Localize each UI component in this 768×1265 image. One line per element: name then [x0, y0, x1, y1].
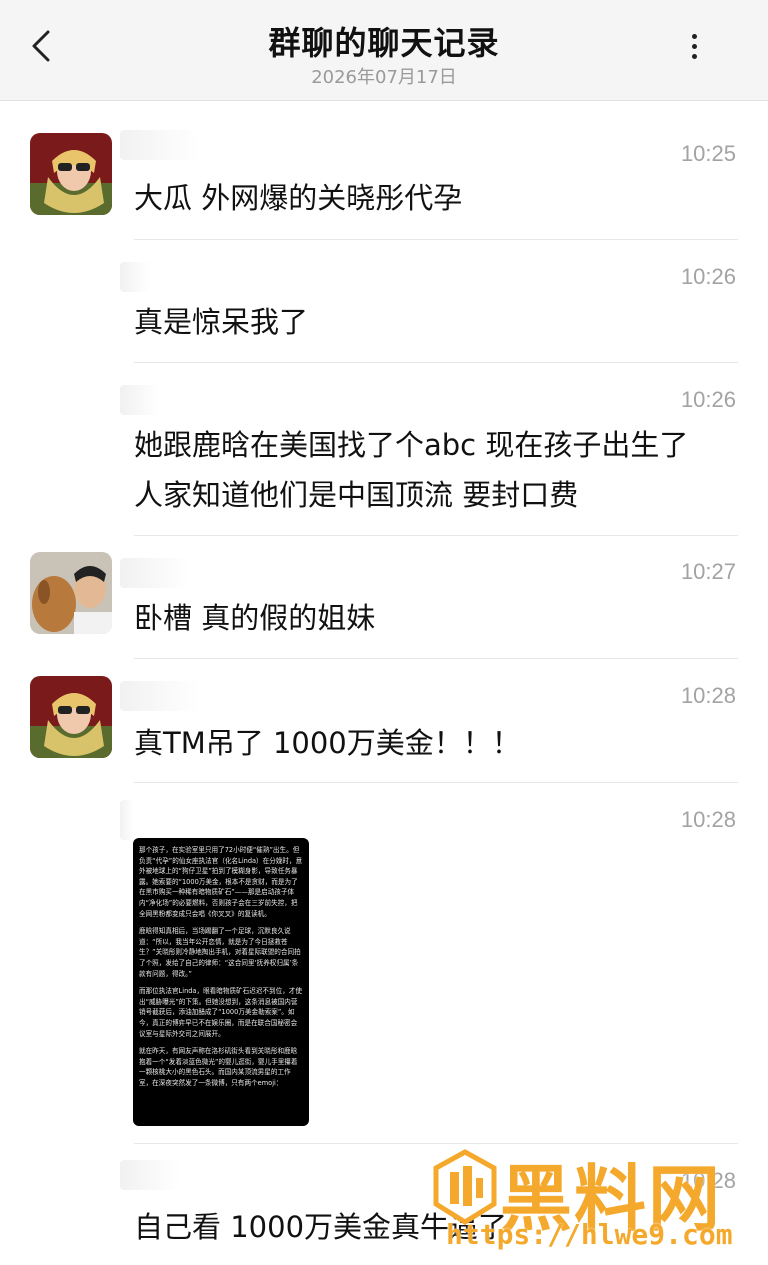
screenshot-image[interactable]: 那个孩子，在实验室里只用了72小时便“催熟”出生。但负责“代孕”的仙女座执法官（…	[133, 838, 309, 1126]
message-time: 10:28	[680, 683, 736, 708]
page-title: 群聊的聊天记录	[268, 24, 500, 62]
divider	[134, 535, 738, 536]
message-text: 大瓜 外网爆的关晓彤代孕	[134, 181, 463, 215]
watermark-url: https://hlwe9.com	[446, 1218, 733, 1251]
message-text: 她跟鹿晗在美国找了个abc 现在孩子出生了 人家知道他们是中国顶流 要封口费	[134, 428, 689, 512]
image-paragraph: 那个孩子，在实验室里只用了72小时便“催熟”出生。但负责“代孕”的仙女座执法官（…	[139, 846, 303, 918]
message-text: 卧槽 真的假的姐妹	[134, 601, 376, 635]
sender-name	[120, 800, 134, 840]
watermark-logo-icon	[433, 1149, 497, 1225]
message-text: 真是惊呆我了	[134, 305, 309, 339]
sender-name	[120, 385, 160, 415]
message-text: 真TM吊了 1000万美金！！！	[134, 726, 521, 760]
image-paragraph: 就在昨天，有网友声称在洛杉矶街头看到关晓彤和鹿晗抱着一个“发着淡蓝色微光”的婴儿…	[139, 1047, 298, 1087]
image-paragraph: 而那位执法官Linda，眼看暗物质矿石迟迟不到位，才使出“威胁曝光”的下策。但她…	[139, 987, 302, 1038]
more-button[interactable]	[680, 30, 708, 70]
divider	[134, 239, 738, 240]
message-time: 10:28	[680, 807, 736, 832]
sender-name	[120, 558, 190, 588]
avatar[interactable]	[30, 676, 112, 758]
divider	[134, 362, 738, 363]
message-time: 10:26	[680, 264, 736, 289]
divider	[134, 782, 738, 783]
sender-name	[120, 1160, 180, 1190]
sender-name	[120, 681, 200, 711]
sender-name	[120, 262, 150, 292]
page-date: 2026年07月17日	[311, 67, 457, 88]
image-paragraph: 鹿晗得知真相后，当场踢翻了一个足球，沉默良久说道：“所以，我当年公开恋情，就是为…	[139, 927, 301, 978]
sender-name	[120, 130, 200, 160]
divider	[134, 658, 738, 659]
avatar[interactable]	[30, 133, 112, 215]
header: 群聊的聊天记录 2026年07月17日	[0, 0, 768, 101]
avatar[interactable]	[30, 552, 112, 634]
watermark: 黑料网 https://hlwe9.com	[430, 1140, 750, 1260]
message-time: 10:25	[680, 141, 736, 166]
more-dots-icon	[680, 34, 708, 59]
message-time: 10:26	[680, 387, 736, 412]
message-time: 10:27	[680, 559, 736, 584]
